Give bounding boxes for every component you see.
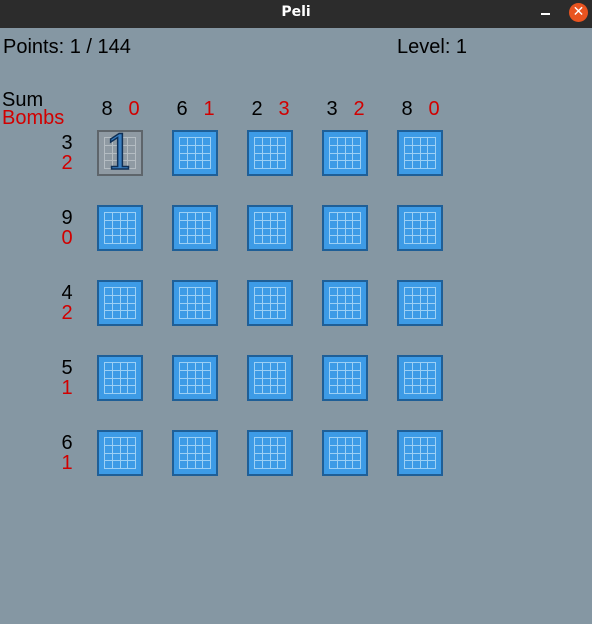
level-label: Level: 1 bbox=[397, 36, 468, 58]
tile-value: 1 bbox=[104, 125, 136, 181]
tile-r2-c4[interactable] bbox=[322, 205, 368, 251]
window-titlebar: Peli ✕ bbox=[0, 0, 592, 28]
row-bombs-5: 1 bbox=[61, 452, 73, 474]
tile-r5-c5[interactable] bbox=[397, 430, 443, 476]
tile-r1-c4[interactable] bbox=[322, 130, 368, 176]
tile-r5-c4[interactable] bbox=[322, 430, 368, 476]
column-bombs-3: 3 bbox=[278, 98, 290, 120]
tile-r1-c3[interactable] bbox=[247, 130, 293, 176]
tile-r2-c1[interactable] bbox=[97, 205, 143, 251]
tile-r2-c5[interactable] bbox=[397, 205, 443, 251]
tile-r4-c3[interactable] bbox=[247, 355, 293, 401]
column-bombs-1: 0 bbox=[128, 98, 140, 120]
legend-bombs-label: Bombs bbox=[2, 107, 65, 129]
tile-r1-c2[interactable] bbox=[172, 130, 218, 176]
tile-r2-c2[interactable] bbox=[172, 205, 218, 251]
window-title: Peli bbox=[281, 4, 311, 20]
tile-r3-c2[interactable] bbox=[172, 280, 218, 326]
column-bombs-5: 0 bbox=[428, 98, 440, 120]
row-bombs-1: 2 bbox=[61, 152, 73, 174]
close-button[interactable]: ✕ bbox=[569, 3, 588, 22]
column-sum-1: 8 bbox=[101, 98, 113, 120]
column-bombs-4: 2 bbox=[353, 98, 365, 120]
tile-r4-c5[interactable] bbox=[397, 355, 443, 401]
tile-r3-c5[interactable] bbox=[397, 280, 443, 326]
tile-r5-c3[interactable] bbox=[247, 430, 293, 476]
tile-r5-c2[interactable] bbox=[172, 430, 218, 476]
column-bombs-2: 1 bbox=[203, 98, 215, 120]
tile-r4-c2[interactable] bbox=[172, 355, 218, 401]
column-sum-5: 8 bbox=[401, 98, 413, 120]
minimize-button[interactable] bbox=[536, 0, 556, 28]
column-sum-3: 2 bbox=[251, 98, 263, 120]
row-bombs-2: 0 bbox=[61, 227, 73, 249]
game-area: Points: 1 / 144 Level: 1 Sum Bombs 80612… bbox=[0, 28, 592, 624]
tile-r4-c1[interactable] bbox=[97, 355, 143, 401]
row-bombs-3: 2 bbox=[61, 302, 73, 324]
tile-r2-c3[interactable] bbox=[247, 205, 293, 251]
points-label: Points: 1 / 144 bbox=[3, 36, 131, 58]
tile-r4-c4[interactable] bbox=[322, 355, 368, 401]
column-sum-2: 6 bbox=[176, 98, 188, 120]
column-sum-4: 3 bbox=[326, 98, 338, 120]
tile-r3-c4[interactable] bbox=[322, 280, 368, 326]
tile-r5-c1[interactable] bbox=[97, 430, 143, 476]
row-bombs-4: 1 bbox=[61, 377, 73, 399]
tile-r1-c1[interactable]: 1 bbox=[97, 125, 143, 181]
tile-r3-c1[interactable] bbox=[97, 280, 143, 326]
tile-r1-c5[interactable] bbox=[397, 130, 443, 176]
tile-r3-c3[interactable] bbox=[247, 280, 293, 326]
